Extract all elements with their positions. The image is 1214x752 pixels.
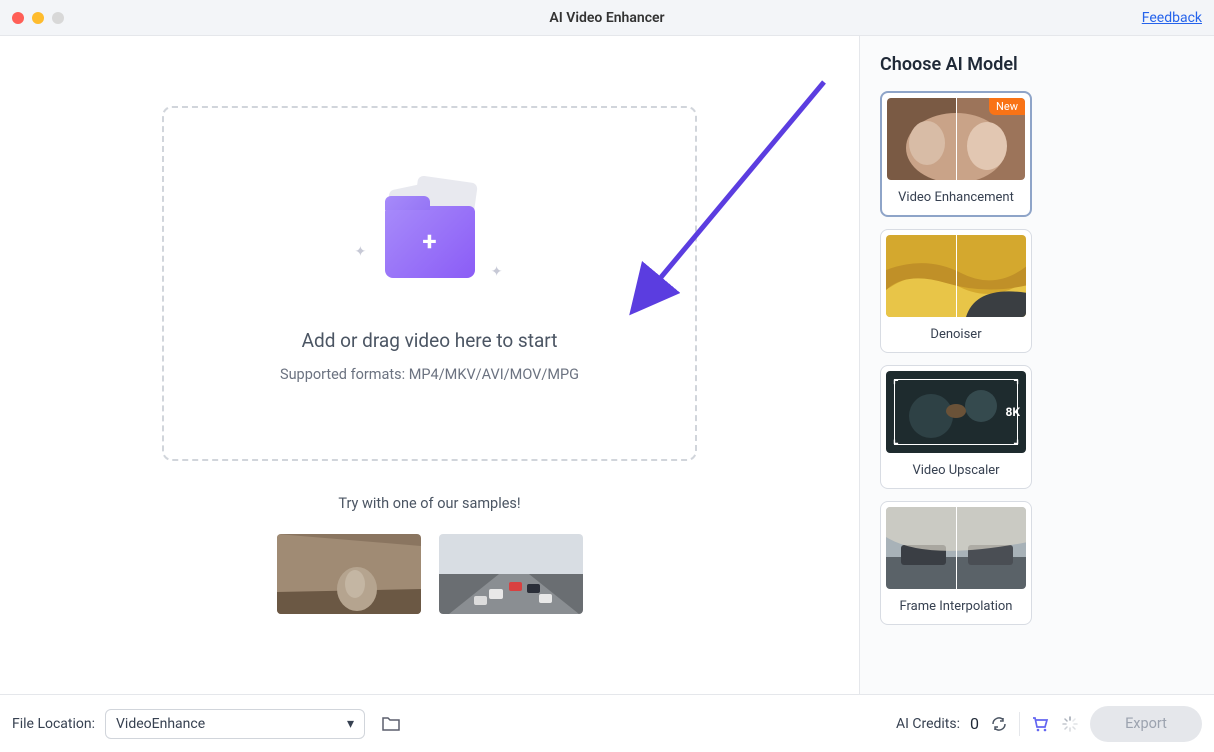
export-button: Export (1090, 706, 1202, 742)
dropzone-title: Add or drag video here to start (302, 329, 558, 352)
refresh-icon (991, 716, 1007, 732)
model-video-enhancement[interactable]: New Video Enhancement (880, 91, 1032, 217)
new-badge: New (989, 98, 1025, 115)
8k-label: 8K (1005, 405, 1020, 419)
window-zoom-button[interactable] (52, 12, 64, 24)
model-label: Frame Interpolation (900, 599, 1013, 614)
dropzone-subtitle: Supported formats: MP4/MKV/AVI/MOV/MPG (280, 366, 579, 383)
main-area: + ✦ ✦ Add or drag video here to start Su… (0, 36, 859, 694)
credits-value: 0 (970, 714, 979, 733)
model-frame-interpolation[interactable]: Frame Interpolation (880, 501, 1032, 625)
model-label: Video Enhancement (898, 190, 1014, 205)
titlebar: AI Video Enhancer Feedback (0, 0, 1214, 36)
sidebar-heading: Choose AI Model (880, 54, 1194, 75)
credits-label: AI Credits: (896, 716, 960, 732)
sample-video-1[interactable] (277, 534, 421, 614)
file-location-select[interactable]: VideoEnhance ▾ (105, 709, 365, 739)
annotation-arrow (584, 78, 834, 338)
model-label: Denoiser (930, 327, 981, 342)
dropzone-illustration: + ✦ ✦ (345, 184, 515, 304)
model-label: Video Upscaler (912, 463, 999, 478)
loading-spinner-icon (1060, 714, 1080, 734)
sample-video-2[interactable] (439, 534, 583, 614)
samples-heading: Try with one of our samples! (338, 495, 520, 512)
samples-row (277, 534, 583, 614)
cart-button[interactable] (1030, 714, 1050, 734)
footer: File Location: VideoEnhance ▾ AI Credits… (0, 694, 1214, 752)
sidebar: Choose AI Model New Video Enhancement De… (859, 36, 1214, 694)
file-location-value: VideoEnhance (116, 716, 205, 732)
window-minimize-button[interactable] (32, 12, 44, 24)
refresh-credits-button[interactable] (989, 714, 1009, 734)
browse-folder-button[interactable] (377, 710, 405, 738)
app-title: AI Video Enhancer (549, 10, 664, 26)
file-location-label: File Location: (12, 716, 95, 732)
divider (1019, 712, 1020, 736)
model-denoiser[interactable]: Denoiser (880, 229, 1032, 353)
feedback-link[interactable]: Feedback (1142, 10, 1202, 26)
folder-icon (381, 715, 401, 733)
add-folder-icon: + (385, 206, 475, 278)
chevron-down-icon: ▾ (347, 716, 354, 732)
video-dropzone[interactable]: + ✦ ✦ Add or drag video here to start Su… (162, 106, 697, 461)
window-close-button[interactable] (12, 12, 24, 24)
cart-icon (1031, 715, 1049, 733)
model-video-upscaler[interactable]: ⌜⌝⌞⌟ 8K Video Upscaler (880, 365, 1032, 489)
traffic-lights (0, 12, 64, 24)
